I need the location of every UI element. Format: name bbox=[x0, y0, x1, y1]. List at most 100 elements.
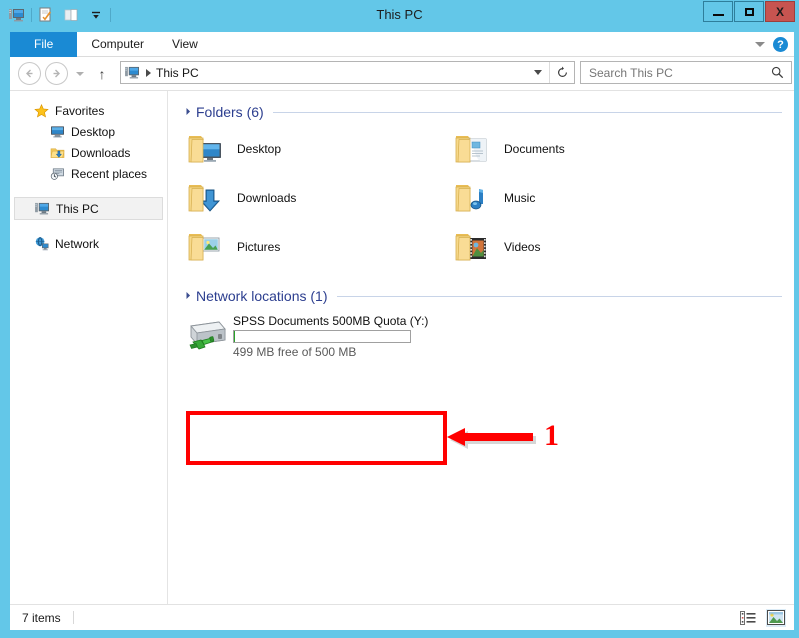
address-bar[interactable]: This PC bbox=[120, 61, 575, 84]
ribbon-right-controls: ? bbox=[755, 32, 788, 57]
title-bar: This PC X bbox=[0, 0, 799, 32]
navigation-buttons: ↑ bbox=[18, 62, 112, 85]
folder-tile-documents[interactable]: Documents bbox=[448, 124, 703, 173]
search-icon[interactable] bbox=[771, 66, 784, 79]
tile-label: Music bbox=[504, 190, 536, 205]
network-locations-grid: SPSS Documents 500MB Quota (Y:) 499 MB f… bbox=[169, 310, 794, 363]
breadcrumb[interactable]: This PC bbox=[156, 66, 199, 80]
sidebar-item-desktop[interactable]: Desktop bbox=[10, 121, 167, 142]
folder-tile-downloads[interactable]: Downloads bbox=[181, 173, 436, 222]
sidebar-item-label: This PC bbox=[56, 201, 99, 216]
recent-places-icon bbox=[48, 167, 66, 180]
close-icon: X bbox=[775, 4, 784, 19]
details-view-button[interactable] bbox=[738, 609, 758, 627]
navigation-pane: Favorites Desktop Downloads Recent place… bbox=[10, 91, 168, 604]
address-history-chevron-icon[interactable] bbox=[527, 62, 549, 83]
refresh-button[interactable] bbox=[549, 62, 574, 83]
recent-locations-button[interactable] bbox=[72, 63, 88, 84]
group-divider bbox=[336, 295, 782, 297]
minimize-button[interactable] bbox=[703, 1, 733, 22]
tile-label: Pictures bbox=[237, 239, 281, 254]
help-icon[interactable]: ? bbox=[773, 37, 788, 52]
sidebar-item-label: Network bbox=[55, 236, 100, 251]
tile-label: Desktop bbox=[237, 141, 282, 156]
sidebar-gap-2 bbox=[10, 220, 167, 233]
new-folder-icon[interactable] bbox=[60, 4, 82, 26]
this-pc-icon bbox=[33, 202, 51, 215]
close-button[interactable]: X bbox=[765, 1, 795, 22]
search-box[interactable] bbox=[580, 61, 792, 84]
breadcrumb-separator-icon bbox=[146, 68, 151, 77]
network-drive-info: SPSS Documents 500MB Quota (Y:) 499 MB f… bbox=[233, 314, 428, 359]
quick-access-toolbar bbox=[6, 3, 111, 27]
tile-label: Documents bbox=[504, 141, 565, 156]
status-separator bbox=[72, 611, 74, 624]
maximize-button[interactable] bbox=[734, 1, 764, 22]
downloads-folder-icon bbox=[181, 175, 231, 220]
group-title: Folders (6) bbox=[196, 104, 264, 120]
folders-grid: Desktop Documents Downloads Music Pictur… bbox=[169, 124, 794, 271]
network-drive-free-space: 499 MB free of 500 MB bbox=[233, 345, 357, 359]
tab-file[interactable]: File bbox=[10, 32, 78, 57]
annotation-number: 1 bbox=[544, 419, 559, 452]
tab-computer[interactable]: Computer bbox=[77, 32, 158, 57]
view-mode-buttons bbox=[738, 608, 786, 627]
maximize-icon bbox=[744, 7, 754, 16]
sidebar-item-recent-places[interactable]: Recent places bbox=[10, 163, 167, 184]
sidebar-item-label: Favorites bbox=[55, 103, 105, 118]
sidebar-gap-1 bbox=[10, 184, 167, 197]
explorer-body: Favorites Desktop Downloads Recent place… bbox=[10, 90, 794, 604]
folder-tile-pictures[interactable]: Pictures bbox=[181, 222, 436, 271]
up-button[interactable]: ↑ bbox=[92, 63, 112, 84]
pictures-folder-icon bbox=[181, 224, 231, 269]
sidebar-item-label: Downloads bbox=[71, 145, 131, 160]
sidebar-item-network[interactable]: Network bbox=[10, 233, 167, 254]
address-bar-controls bbox=[527, 62, 574, 83]
desktop-folder-icon bbox=[181, 126, 231, 171]
sidebar-item-label: Recent places bbox=[71, 166, 148, 181]
sidebar-item-this-pc[interactable]: This PC bbox=[14, 197, 163, 220]
explorer-window: This PC X File Computer View ? ↑ This PC… bbox=[0, 0, 799, 638]
collapse-triangle-icon[interactable] bbox=[182, 107, 191, 115]
star-icon bbox=[32, 103, 50, 118]
large-icons-view-button[interactable] bbox=[766, 608, 786, 627]
tab-view[interactable]: View bbox=[158, 32, 212, 57]
videos-folder-icon bbox=[448, 224, 498, 269]
tile-label: Videos bbox=[504, 239, 541, 254]
downloads-folder-icon bbox=[48, 146, 66, 159]
sidebar-item-favorites[interactable]: Favorites bbox=[10, 100, 167, 121]
customize-chevron-icon[interactable] bbox=[85, 4, 107, 26]
sidebar-item-label: Desktop bbox=[71, 124, 116, 139]
network-drive-name: SPSS Documents 500MB Quota (Y:) bbox=[233, 314, 429, 328]
folder-tile-videos[interactable]: Videos bbox=[448, 222, 703, 271]
qat-separator-1 bbox=[31, 8, 32, 22]
network-icon bbox=[32, 236, 50, 251]
properties-icon[interactable] bbox=[35, 4, 57, 26]
network-drive-tile[interactable]: SPSS Documents 500MB Quota (Y:) 499 MB f… bbox=[181, 310, 434, 363]
network-locations-group-header[interactable]: Network locations (1) bbox=[182, 288, 794, 304]
expand-ribbon-chevron-icon[interactable] bbox=[755, 42, 765, 47]
window-controls: X bbox=[702, 1, 795, 22]
address-bar-row: ↑ This PC bbox=[10, 57, 794, 90]
window-title: This PC bbox=[376, 7, 423, 22]
forward-button[interactable] bbox=[45, 62, 68, 85]
qat-separator-2 bbox=[110, 8, 111, 22]
documents-folder-icon bbox=[448, 126, 498, 171]
music-folder-icon bbox=[448, 175, 498, 220]
address-this-pc-icon bbox=[125, 66, 140, 79]
folder-tile-desktop[interactable]: Desktop bbox=[181, 124, 436, 173]
content-pane: Folders (6) Desktop Documents Downloads … bbox=[169, 91, 794, 604]
collapse-triangle-icon[interactable] bbox=[182, 291, 191, 299]
capacity-bar bbox=[233, 330, 411, 343]
sidebar-item-downloads[interactable]: Downloads bbox=[10, 142, 167, 163]
tile-label: Downloads bbox=[237, 190, 297, 205]
folder-tile-music[interactable]: Music bbox=[448, 173, 703, 222]
group-title: Network locations (1) bbox=[196, 288, 328, 304]
search-input[interactable] bbox=[587, 64, 761, 81]
network-drive-icon bbox=[181, 318, 233, 356]
back-button[interactable] bbox=[18, 62, 41, 85]
this-pc-icon[interactable] bbox=[6, 4, 28, 26]
status-bar: 7 items bbox=[10, 604, 794, 630]
folders-group-header[interactable]: Folders (6) bbox=[182, 104, 794, 120]
group-divider bbox=[272, 111, 782, 113]
